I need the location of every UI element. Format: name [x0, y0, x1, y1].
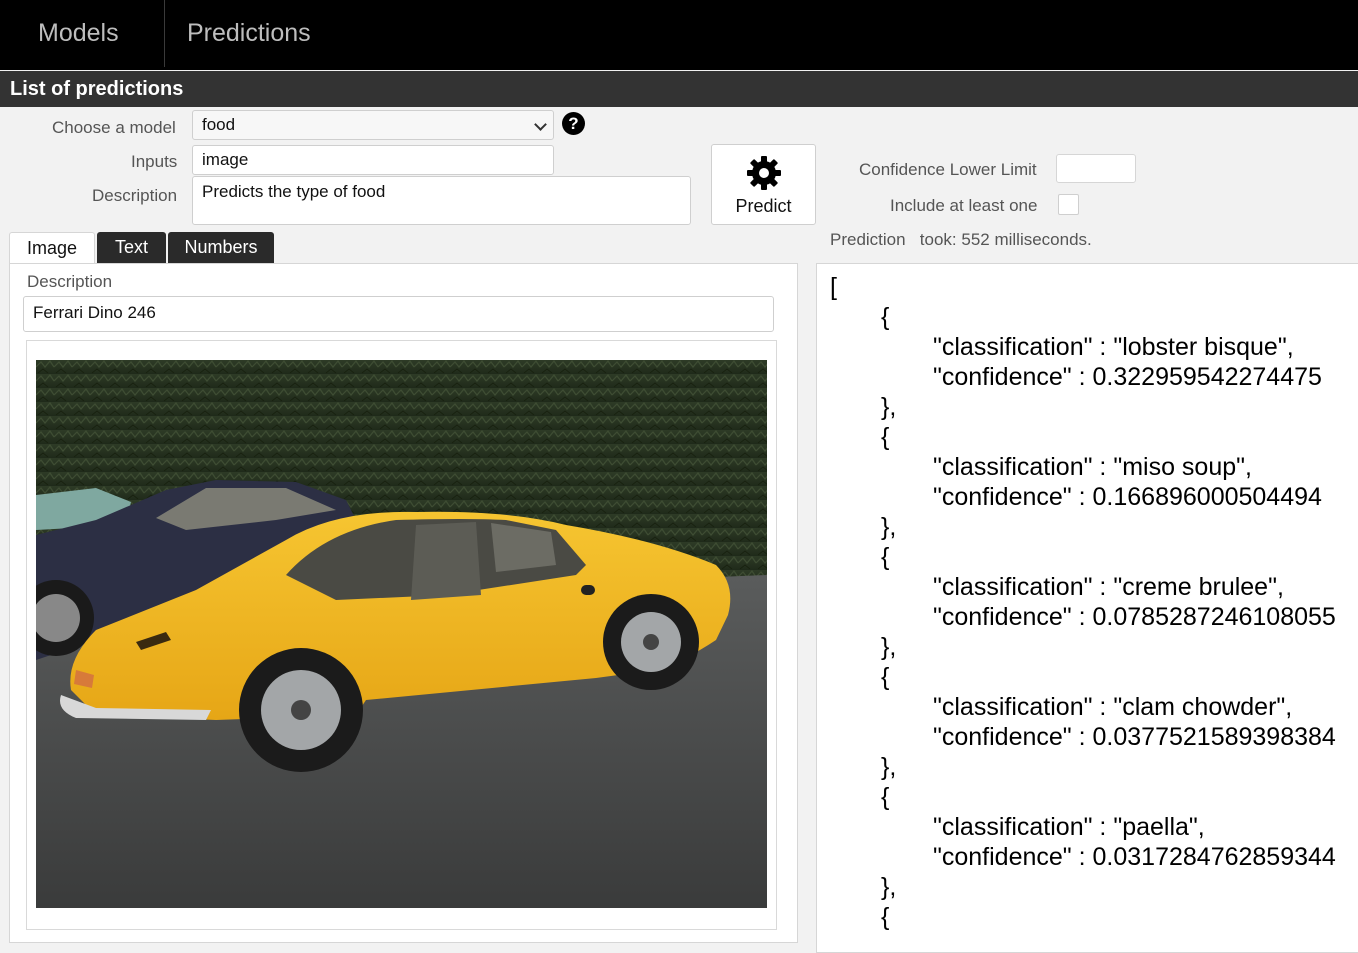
json-classification-line: "classification" : "creme brulee", — [933, 573, 1284, 601]
nav-models[interactable]: Models — [38, 0, 119, 67]
model-select-value: food — [202, 115, 236, 134]
json-close-brace: }, — [881, 393, 897, 421]
confidence-lower-limit-input[interactable] — [1056, 154, 1136, 183]
json-confidence-line: "confidence" : 0.322959542274475 — [933, 363, 1322, 391]
json-classification-line: "classification" : "lobster bisque", — [933, 333, 1294, 361]
title-bar: List of predictions — [0, 71, 1358, 107]
json-open-brace: { — [881, 423, 890, 451]
json-close-brace: }, — [881, 513, 897, 541]
json-close-brace: }, — [881, 753, 897, 781]
json-classification-line: "classification" : "paella", — [933, 813, 1205, 841]
json-open-brace: { — [881, 663, 890, 691]
json-confidence-line: "confidence" : 0.0377521589398384 — [933, 723, 1336, 751]
tab-text[interactable]: Text — [97, 232, 166, 263]
description-label: Description — [92, 186, 178, 205]
nav-divider — [164, 0, 165, 67]
description-value: Predicts the type of food — [202, 182, 386, 201]
uploaded-car-photo[interactable] — [36, 360, 767, 908]
json-classification-line: "classification" : "clam chowder", — [933, 693, 1293, 721]
json-confidence-line: "confidence" : 0.166896000504494 — [933, 483, 1322, 511]
json-classification-line: "classification" : "miso soup", — [933, 453, 1252, 481]
image-description-input[interactable]: Ferrari Dino 246 — [23, 296, 774, 332]
json-open-bracket: [ — [830, 273, 837, 301]
inputs-value: image — [202, 150, 249, 169]
json-open-brace: { — [881, 903, 890, 931]
image-description-value: Ferrari Dino 246 — [33, 303, 156, 322]
predict-button-label: Predict — [735, 196, 792, 216]
chevron-down-icon — [534, 118, 547, 131]
confidence-lower-limit-label: Confidence Lower Limit — [859, 160, 1037, 179]
json-open-brace: { — [881, 783, 890, 811]
top-nav: Models Predictions — [0, 0, 1358, 70]
json-close-brace: }, — [881, 633, 897, 661]
description-field[interactable]: Predicts the type of food — [192, 176, 691, 225]
include-at-least-one-label: Include at least one — [890, 196, 1038, 215]
gear-icon — [747, 156, 781, 190]
json-open-brace: { — [881, 543, 890, 571]
prediction-label: Prediction — [830, 230, 906, 249]
json-open-brace: { — [881, 303, 890, 331]
predict-button[interactable]: Predict — [711, 144, 816, 225]
tab-numbers[interactable]: Numbers — [168, 232, 274, 263]
json-close-brace: }, — [881, 873, 897, 901]
inputs-label: Inputs — [131, 152, 178, 171]
choose-model-label: Choose a model — [52, 118, 176, 137]
prediction-timing: Prediction took: 552 milliseconds. — [830, 230, 1092, 250]
include-at-least-one-checkbox[interactable] — [1058, 194, 1079, 215]
json-confidence-line: "confidence" : 0.0317284762859344 — [933, 843, 1336, 871]
tab-image[interactable]: Image — [9, 232, 95, 263]
inputs-field[interactable]: image — [192, 145, 554, 175]
nav-predictions[interactable]: Predictions — [187, 0, 311, 67]
prediction-took-text: took: 552 milliseconds. — [919, 230, 1092, 249]
json-confidence-line: "confidence" : 0.0785287246108055 — [933, 603, 1336, 631]
page-title: List of predictions — [10, 78, 184, 100]
image-description-label: Description — [27, 272, 113, 291]
question-circle-icon[interactable]: ? — [562, 112, 585, 135]
model-select[interactable]: food — [192, 110, 554, 140]
